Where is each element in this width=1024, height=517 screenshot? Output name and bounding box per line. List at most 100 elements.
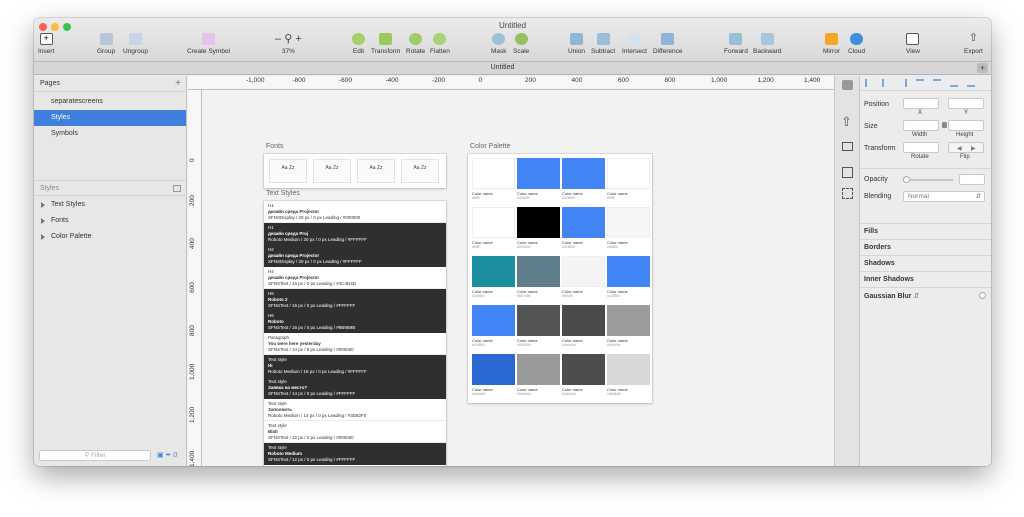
color-swatch[interactable]: Color name #4285f4 (607, 256, 650, 302)
color-swatch[interactable]: Color name #ffffff (472, 207, 515, 253)
grid-icon[interactable] (842, 188, 853, 199)
color-swatch[interactable]: Color name #4285f4 (517, 158, 560, 204)
text-style-row[interactable]: Paragraph You were here yesterday SFNSText… (264, 333, 446, 355)
text-style-row[interactable]: H1 дизайн среда Projector SFNSDisplay / 20… (264, 201, 446, 223)
flip-buttons[interactable]: ◀ ▶ (948, 142, 984, 153)
flatten-button[interactable]: Flatten (430, 33, 450, 61)
opacity-field[interactable] (959, 174, 985, 185)
align-right-icon[interactable] (899, 79, 907, 87)
color-swatch[interactable]: Color name #9b9b9b (607, 305, 650, 351)
color-swatch[interactable]: Color name #4a4a4a (562, 305, 605, 351)
layer-fonts[interactable]: Fonts (34, 213, 186, 229)
text-style-row[interactable]: H1 дизайн среда Proj Roboto Medium / 20 px… (264, 223, 446, 245)
align-middle-icon[interactable] (933, 79, 941, 87)
export-button[interactable]: ⇧ Export (964, 33, 983, 61)
width-field[interactable] (903, 120, 939, 131)
inner-shadows-section[interactable]: Inner Shadows (860, 271, 991, 287)
lock-icon[interactable] (942, 122, 947, 128)
horizontal-ruler[interactable] (188, 76, 834, 90)
text-style-row[interactable]: H2 дизайн среда Projector SFNSDisplay / 20… (264, 245, 446, 267)
color-swatch[interactable]: Color name #4285f4 (562, 158, 605, 204)
forward-button[interactable]: Forward (724, 33, 748, 61)
collapse-icon[interactable] (173, 185, 181, 192)
color-swatch[interactable]: Color name #555555 (517, 305, 560, 351)
share-icon[interactable]: ⇧ (841, 114, 852, 130)
artboard-color-palette[interactable]: Color name #ffffff Color name #4285f4 Color … (468, 154, 652, 403)
artboard-fonts[interactable]: Aa Zz Aa Zz Aa Zz Aa Zz (264, 154, 446, 188)
layer-text-styles[interactable]: Text Styles (34, 197, 186, 213)
artboard-text-styles[interactable]: H1 дизайн среда Projector SFNSDisplay / 20… (264, 201, 446, 466)
color-swatch[interactable]: Color name #f4f4f4 (562, 256, 605, 302)
ungroup-button[interactable]: Ungroup (123, 33, 148, 61)
artboard-label-text-styles[interactable]: Text Styles (266, 190, 300, 197)
artboard-label-fonts[interactable]: Fonts (266, 143, 284, 150)
text-style-row[interactable]: Text style Заполнить Roboto Medium / 14 px… (264, 399, 446, 421)
color-swatch[interactable]: Color name #2a6ad2 (472, 354, 515, 400)
backward-button[interactable]: Backward (753, 33, 782, 61)
disclosure-triangle-icon[interactable] (41, 218, 45, 224)
edit-button[interactable]: Edit (352, 33, 365, 61)
artboard-label-color-palette[interactable]: Color Palette (470, 143, 510, 150)
height-field[interactable] (948, 120, 984, 131)
color-swatch[interactable]: Color name #9a9a9a (517, 354, 560, 400)
rotate-field[interactable] (903, 142, 939, 153)
zoom-out-button[interactable]: – (275, 33, 281, 45)
zoom-control[interactable]: – ⚲ + 37% (275, 33, 302, 61)
canvas[interactable]: -1,000 -800 -600 -400 -200 0 200 400 600 800 1,000… (188, 76, 860, 466)
disclosure-triangle-icon[interactable] (41, 234, 45, 240)
color-swatch[interactable]: Color name #ffffff (472, 158, 515, 204)
flip-vertical-icon[interactable]: ▶ (971, 145, 976, 152)
layer-color-palette[interactable]: Color Palette (34, 229, 186, 245)
blur-type-icon[interactable]: ⇵ (913, 293, 919, 300)
flip-horizontal-icon[interactable]: ◀ (957, 145, 962, 152)
fills-section[interactable]: Fills (860, 223, 991, 239)
text-style-row[interactable]: H4 дизайн среда Projector SFNSText / 16 px… (264, 267, 446, 289)
text-style-row[interactable]: Text style Roboto Medium SFNSText / 12 px … (264, 443, 446, 465)
color-swatch[interactable]: Color name #4d4d4d (562, 354, 605, 400)
rotate-button[interactable]: Rotate (406, 33, 425, 61)
style-inspector-icon[interactable] (842, 80, 853, 90)
mask-button[interactable]: Mask (491, 33, 507, 61)
subtract-button[interactable]: Subtract (591, 33, 615, 61)
blur-checkbox[interactable] (979, 292, 986, 299)
text-style-row[interactable]: H6 Roboto SFNSText / 16 px / 0 px Leading … (264, 311, 446, 333)
opacity-slider[interactable] (903, 179, 953, 181)
mirror-button[interactable]: Mirror (823, 33, 840, 61)
opacity-slider-knob[interactable] (903, 176, 910, 183)
align-left-icon[interactable] (865, 79, 873, 87)
difference-button[interactable]: Difference (653, 33, 683, 61)
position-y-field[interactable] (948, 98, 984, 109)
add-page-button[interactable]: + (175, 78, 181, 89)
intersect-button[interactable]: Intersect (622, 33, 647, 61)
color-swatch[interactable]: Color name #4285f4 (472, 305, 515, 351)
printer-icon[interactable] (842, 142, 853, 151)
position-x-field[interactable] (903, 98, 939, 109)
cloud-button[interactable]: Cloud (848, 33, 865, 61)
blending-select[interactable]: Normal ⇵ (903, 191, 985, 202)
text-style-row[interactable]: H5 Roboto 2 SFNSText / 16 px / 0 px Leadin… (264, 289, 446, 311)
color-swatch[interactable]: Color name #607d8b (517, 256, 560, 302)
layout-icon[interactable] (842, 167, 853, 178)
color-swatch[interactable]: Color name #d8d8d8 (607, 354, 650, 400)
zoom-in-button[interactable]: + (295, 33, 301, 45)
color-swatch[interactable]: Color name #000000 (517, 207, 560, 253)
color-swatch[interactable]: Color name #4285f4 (562, 207, 605, 253)
align-bottom-icon[interactable] (950, 79, 958, 87)
borders-section[interactable]: Borders (860, 239, 991, 255)
shadows-section[interactable]: Shadows (860, 255, 991, 271)
group-button[interactable]: Group (97, 33, 115, 61)
add-tab-button[interactable]: + (977, 63, 988, 73)
create-symbol-button[interactable]: Create Symbol (187, 33, 230, 61)
align-top-icon[interactable] (916, 79, 924, 87)
insert-button[interactable]: + Insert (38, 33, 54, 61)
text-style-row[interactable]: Text style Blah SFNSText / 12 px / 0 px Le… (264, 421, 446, 443)
text-style-row[interactable]: Text style Hi Roboto Medium / 16 px / 0 px… (264, 355, 446, 377)
color-swatch[interactable]: Color name #1a8fa0 (472, 256, 515, 302)
transform-button[interactable]: Transform (371, 33, 400, 61)
color-swatch[interactable]: Color name #ffffff (607, 158, 650, 204)
align-center-icon[interactable] (882, 79, 890, 87)
page-item-symbols[interactable]: Symbols (34, 126, 186, 142)
view-button[interactable]: View (906, 33, 920, 61)
document-tab[interactable]: Untitled (34, 64, 971, 71)
text-style-row[interactable]: Text style Заявка на место? SFNSText / 14 … (264, 377, 446, 399)
